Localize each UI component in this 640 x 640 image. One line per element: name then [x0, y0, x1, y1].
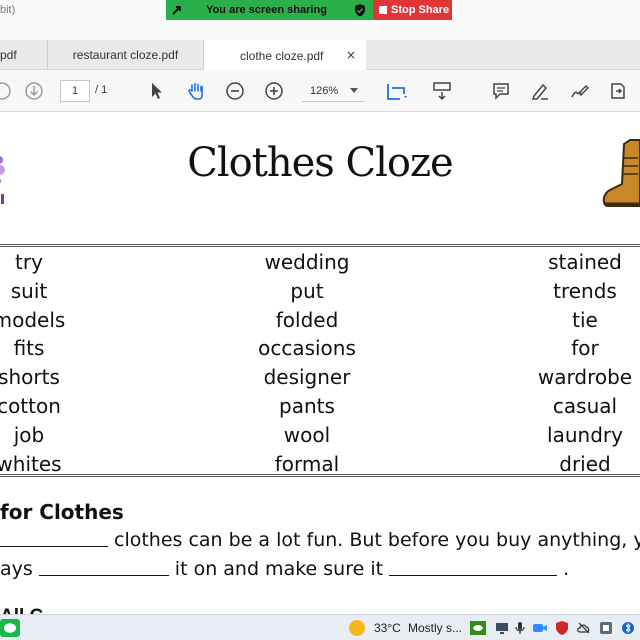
word-bank-top-rule — [0, 244, 640, 245]
screen-share-bar: You are screen sharing Stop Share — [166, 0, 452, 20]
screen-sharing-indicator[interactable]: You are screen sharing — [166, 0, 373, 20]
word-bank-word: models — [0, 307, 66, 332]
word-bank-word: wool — [283, 422, 331, 447]
word-bank-word: trends — [553, 278, 617, 303]
word-bank-word: stained — [548, 250, 622, 274]
pdf-toolbar: 1 / 1 126% — [0, 70, 640, 112]
share-file-icon[interactable] — [606, 79, 630, 103]
meeting-app-icon[interactable] — [532, 620, 548, 636]
word-bank-word: designer — [263, 365, 351, 390]
stop-square-icon — [379, 6, 387, 14]
next-page-icon[interactable] — [22, 79, 46, 103]
word-bank-top-rule-2 — [0, 246, 640, 247]
tab-clothe-cloze[interactable]: clothe cloze.pdf — [204, 40, 366, 71]
word-bank-bottom-rule — [0, 474, 640, 475]
screen-sharing-text: You are screen sharing — [206, 4, 327, 16]
blank-line — [38, 575, 169, 576]
paragraph-text: ays — [0, 558, 33, 580]
worksheet-title: Clothes Cloze — [187, 140, 453, 186]
word-bank-word: cotton — [0, 393, 61, 418]
paragraph-line-1: clothes can be a lot fun. But before you… — [0, 529, 640, 551]
blank-line — [0, 546, 108, 547]
word-bank-column-3: stained trends tie for wardrobe casual l… — [505, 248, 640, 478]
tab-restaurant-cloze[interactable]: restaurant cloze.pdf — [48, 40, 204, 70]
word-bank-word: casual — [552, 393, 618, 418]
tab-bar: pdf restaurant cloze.pdf clothe cloze.pd… — [0, 40, 640, 71]
word-bank-word: folded — [275, 307, 339, 332]
word-bank-column-1: try suit models fits shorts cotton job w… — [0, 248, 109, 478]
tab-label: clothe cloze.pdf — [240, 48, 324, 63]
word-bank-word: shorts — [0, 365, 60, 390]
comment-icon[interactable] — [489, 79, 513, 103]
taskbar: 33°C Mostly s... — [0, 614, 640, 640]
chevron-down-icon[interactable] — [350, 88, 358, 93]
page-total: / 1 — [95, 84, 108, 96]
shield-check-icon — [353, 3, 367, 17]
word-bank-word: fits — [13, 336, 45, 361]
previous-page-icon[interactable] — [0, 79, 14, 103]
word-bank-word: for — [571, 336, 599, 361]
boot-clipart-icon — [600, 130, 640, 210]
word-bank-word: laundry — [547, 422, 623, 447]
security-shield-icon[interactable] — [554, 620, 570, 636]
scroll-mode-icon[interactable] — [430, 79, 454, 103]
paragraph-text: clothes can be a lot fun. But before you… — [114, 529, 640, 551]
weather-sun-icon[interactable] — [349, 620, 365, 636]
sign-icon[interactable] — [567, 79, 591, 103]
paragraph-line-3-fragment: All C — [0, 606, 43, 614]
tab-close-icon[interactable]: × — [346, 48, 356, 62]
paragraph-text: . — [563, 558, 570, 580]
word-bank-word: wedding — [264, 250, 350, 274]
tab-label: pdf — [0, 48, 17, 62]
tab-label: restaurant cloze.pdf — [72, 48, 179, 62]
pdf-page: Clothes Cloze try suit models fits short… — [0, 112, 640, 614]
word-bank-word: tie — [572, 307, 598, 332]
zoom-out-icon[interactable] — [223, 79, 247, 103]
nvidia-icon[interactable] — [470, 620, 486, 636]
line-app-icon[interactable] — [0, 619, 20, 637]
weather-condition[interactable]: Mostly s... — [408, 621, 462, 635]
word-bank-word: put — [290, 278, 324, 303]
word-bank-word: wardrobe — [537, 365, 633, 390]
cloud-offline-icon[interactable] — [576, 620, 592, 636]
paragraph-text: it on and make sure it — [174, 558, 384, 580]
display-icon[interactable] — [494, 620, 510, 636]
select-cursor-icon[interactable] — [145, 79, 169, 103]
page-number-input[interactable]: 1 — [60, 80, 90, 102]
temperature[interactable]: 33°C — [374, 621, 401, 635]
blank-line — [389, 575, 558, 576]
window-top-strip: bit) You are screen sharing Stop Share — [0, 0, 640, 40]
paragraph-line-2: ays it on and make sure it . — [0, 558, 569, 580]
word-bank-word: suit — [10, 278, 48, 303]
share-arrow-icon — [171, 3, 185, 17]
word-bank-column-2: wedding put folded occasions designer pa… — [227, 248, 387, 478]
fit-page-icon[interactable] — [384, 79, 408, 103]
section-heading: for Clothes — [0, 500, 124, 524]
bluetooth-icon[interactable] — [620, 620, 636, 636]
window-title-fragment: bit) — [0, 4, 16, 16]
microphone-icon[interactable] — [512, 620, 528, 636]
stop-share-label: Stop Share — [391, 4, 450, 16]
tab-pdf[interactable]: pdf — [0, 40, 48, 70]
word-bank-word: try — [15, 250, 43, 274]
word-bank-word: job — [13, 422, 45, 447]
stop-share-button[interactable]: Stop Share — [373, 0, 452, 20]
app-tray-icon[interactable] — [598, 620, 614, 636]
zoom-in-icon[interactable] — [262, 79, 286, 103]
word-bank-bottom-rule-2 — [0, 476, 640, 477]
highlight-pen-icon[interactable] — [528, 79, 552, 103]
word-bank-word: pants — [279, 393, 335, 418]
hand-tool-icon[interactable] — [184, 79, 208, 103]
word-bank-word: occasions — [258, 336, 356, 361]
